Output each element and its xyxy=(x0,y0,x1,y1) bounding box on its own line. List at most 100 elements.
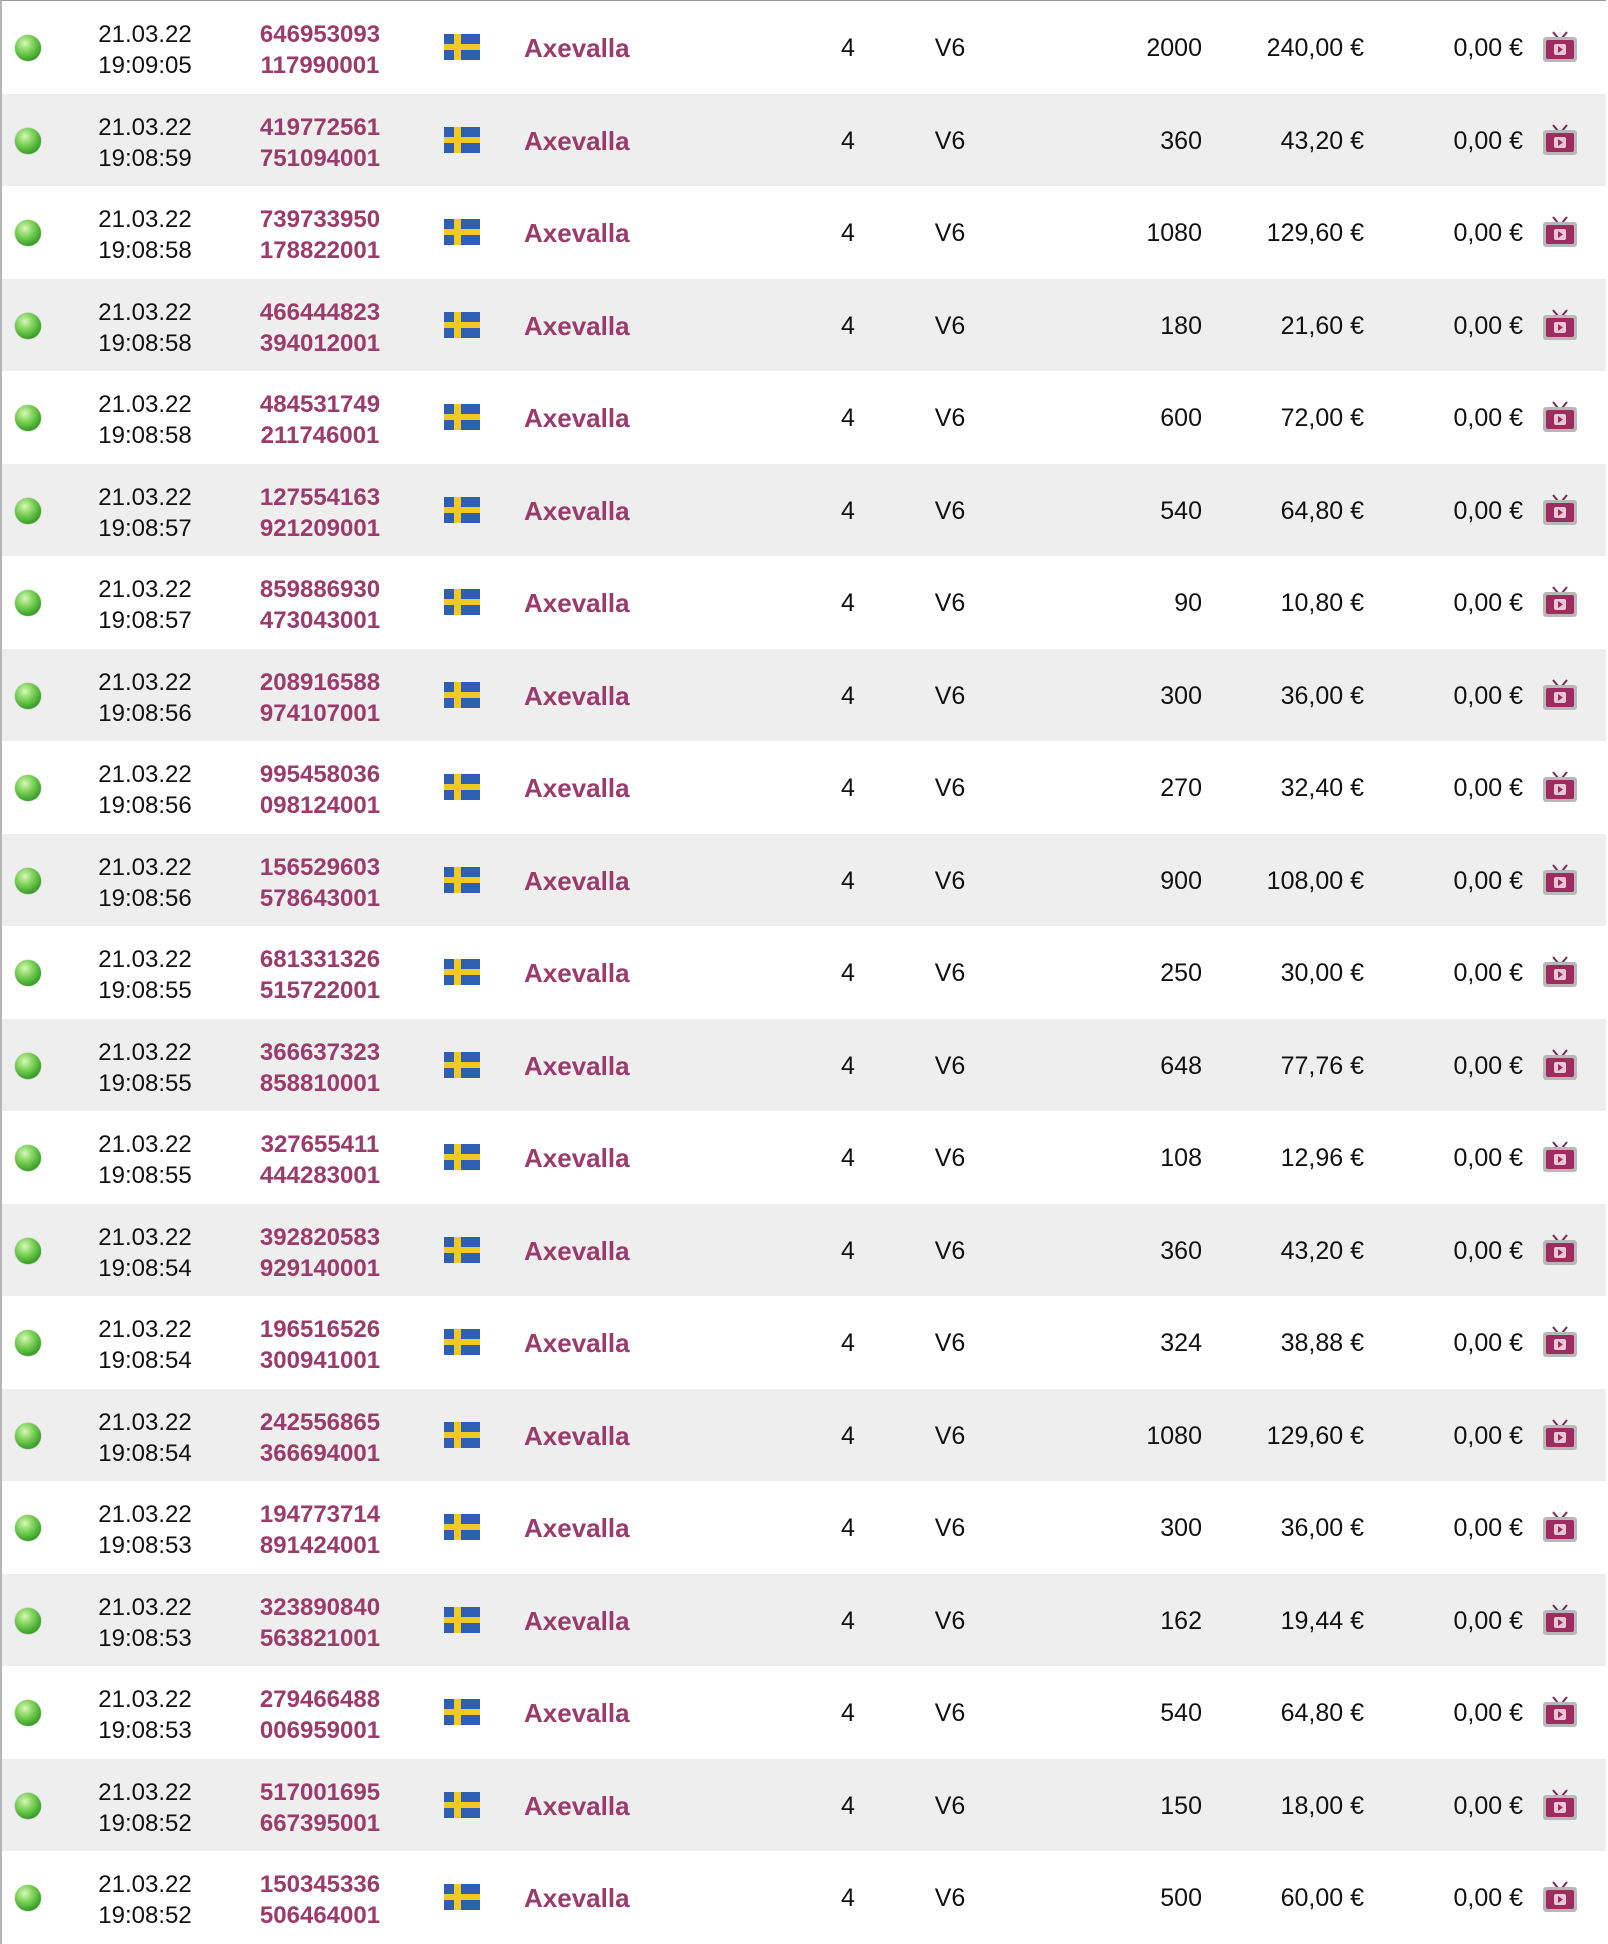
ticket-number-link[interactable]: 194773714 891424001 xyxy=(240,1499,400,1561)
track-link[interactable]: Axevalla xyxy=(524,864,630,898)
bet-datetime: 21.03.22 19:08:56 xyxy=(82,852,208,914)
bet-datetime: 21.03.22 19:08:55 xyxy=(82,944,208,1006)
tv-icon[interactable] xyxy=(1542,1141,1578,1173)
tv-icon[interactable] xyxy=(1542,1696,1578,1728)
ticket-number-link[interactable]: 323890840 563821001 xyxy=(240,1592,400,1654)
bet-date: 21.03.22 xyxy=(98,1316,192,1343)
ticket-number-link[interactable]: 646953093 117990001 xyxy=(240,19,400,81)
track-link[interactable]: Axevalla xyxy=(524,1141,630,1175)
tv-icon[interactable] xyxy=(1542,1511,1578,1543)
ticket-number-link[interactable]: 208916588 974107001 xyxy=(240,667,400,729)
game-type: V6 xyxy=(934,1606,966,1635)
tv-icon[interactable] xyxy=(1542,1048,1578,1081)
race-number: 4 xyxy=(841,1236,855,1265)
bet-date: 21.03.22 xyxy=(98,483,192,511)
ticket-number-link[interactable]: 127554163 921209001 xyxy=(240,482,400,544)
ticket-number-part2: 921209001 xyxy=(259,514,381,542)
track-link[interactable]: Axevalla xyxy=(524,1234,630,1268)
payout-amount: 0,00 € xyxy=(1453,219,1523,247)
ticket-number-link[interactable]: 517001695 667395001 xyxy=(240,1777,400,1839)
tv-icon[interactable] xyxy=(1542,863,1578,896)
track-link[interactable]: Axevalla xyxy=(524,31,630,65)
tv-icon[interactable] xyxy=(1542,956,1578,988)
stake-value: 360 xyxy=(1160,1236,1202,1265)
bet-amount: 240,00 € xyxy=(1266,34,1364,62)
sweden-flag-icon xyxy=(444,1791,480,1818)
game-type: V6 xyxy=(934,1329,966,1357)
tv-icon[interactable] xyxy=(1542,401,1578,433)
ticket-number-link[interactable]: 327655411 444283001 xyxy=(240,1129,400,1191)
race-number: 4 xyxy=(841,34,855,62)
tv-icon[interactable] xyxy=(1542,123,1578,156)
stake-value: 180 xyxy=(1160,311,1202,340)
ticket-number-link[interactable]: 484531749 211746001 xyxy=(240,389,400,451)
ticket-number-link[interactable]: 859886930 473043001 xyxy=(240,574,400,636)
track-link[interactable]: Axevalla xyxy=(524,771,630,805)
ticket-number-link[interactable]: 242556865 366694001 xyxy=(240,1407,400,1469)
sweden-flag-icon xyxy=(444,1606,480,1633)
ticket-number-link[interactable]: 196516526 300941001 xyxy=(240,1314,400,1376)
track-link[interactable]: Axevalla xyxy=(524,494,630,528)
game-type: V6 xyxy=(934,866,966,895)
tv-icon[interactable] xyxy=(1542,678,1578,711)
race-number: 4 xyxy=(841,1606,855,1635)
ticket-number-link[interactable]: 681331326 515722001 xyxy=(240,944,400,1006)
ticket-number-part2: 211746001 xyxy=(260,422,380,449)
sweden-flag-icon xyxy=(444,311,480,338)
tv-icon[interactable] xyxy=(1542,308,1578,341)
tv-icon[interactable] xyxy=(1542,586,1578,618)
track-link[interactable]: Axevalla xyxy=(524,1419,630,1453)
tv-icon[interactable] xyxy=(1542,31,1578,63)
track-link[interactable]: Axevalla xyxy=(524,586,630,620)
ticket-number-link[interactable]: 366637323 858810001 xyxy=(240,1037,400,1099)
track-link[interactable]: Axevalla xyxy=(524,216,630,250)
bet-date: 21.03.22 xyxy=(98,1871,192,1898)
track-link[interactable]: Axevalla xyxy=(524,401,630,435)
tv-icon[interactable] xyxy=(1542,1418,1578,1451)
ticket-number-link[interactable]: 392820583 929140001 xyxy=(240,1222,400,1284)
game-type: V6 xyxy=(934,774,966,802)
ticket-number-link[interactable]: 466444823 394012001 xyxy=(240,297,400,359)
bets-table: 21.03.22 19:09:05 646953093 117990001 Ax… xyxy=(0,0,1606,1944)
ticket-number-link[interactable]: 156529603 578643001 xyxy=(240,852,400,914)
payout-amount: 0,00 € xyxy=(1453,589,1523,617)
ticket-number-link[interactable]: 279466488 006959001 xyxy=(240,1684,400,1746)
ticket-number-link[interactable]: 739733950 178822001 xyxy=(240,204,400,266)
track-link[interactable]: Axevalla xyxy=(524,1881,630,1915)
tv-icon[interactable] xyxy=(1542,771,1578,803)
payout-amount: 0,00 € xyxy=(1453,1884,1523,1912)
table-row: 21.03.22 19:08:57 859886930 473043001 Ax… xyxy=(2,556,1606,649)
tv-icon[interactable] xyxy=(1542,1881,1578,1913)
ticket-number-link[interactable]: 150345336 506464001 xyxy=(240,1869,400,1931)
table-row: 21.03.22 19:08:59 419772561 751094001 Ax… xyxy=(2,93,1606,186)
track-link[interactable]: Axevalla xyxy=(524,1049,630,1083)
track-link[interactable]: Axevalla xyxy=(524,956,630,990)
status-ok-icon xyxy=(15,35,41,61)
payout-amount: 0,00 € xyxy=(1453,1144,1523,1172)
track-link[interactable]: Axevalla xyxy=(524,1696,630,1730)
track-link[interactable]: Axevalla xyxy=(524,1604,630,1638)
track-link[interactable]: Axevalla xyxy=(524,679,630,713)
sweden-flag-icon xyxy=(444,1144,480,1170)
ticket-number-link[interactable]: 419772561 751094001 xyxy=(240,112,400,174)
ticket-number-link[interactable]: 995458036 098124001 xyxy=(240,759,400,821)
track-link[interactable]: Axevalla xyxy=(524,124,630,158)
track-link[interactable]: Axevalla xyxy=(524,1326,630,1360)
tv-icon[interactable] xyxy=(1542,1233,1578,1266)
bet-time: 19:08:59 xyxy=(98,144,192,172)
track-link[interactable]: Axevalla xyxy=(524,1789,630,1823)
tv-icon[interactable] xyxy=(1542,1603,1578,1636)
stake-value: 540 xyxy=(1160,496,1202,525)
tv-icon[interactable] xyxy=(1542,216,1578,248)
ticket-number-part2: 366694001 xyxy=(259,1439,381,1467)
tv-icon[interactable] xyxy=(1542,1326,1578,1358)
game-type: V6 xyxy=(934,1514,966,1542)
track-link[interactable]: Axevalla xyxy=(524,309,630,343)
table-row: 21.03.22 19:08:58 466444823 394012001 Ax… xyxy=(2,278,1606,371)
ticket-number-part2: 473043001 xyxy=(259,607,381,634)
game-type: V6 xyxy=(934,589,966,617)
table-row: 21.03.22 19:08:56 995458036 098124001 Ax… xyxy=(2,741,1606,834)
tv-icon[interactable] xyxy=(1542,493,1578,526)
tv-icon[interactable] xyxy=(1542,1788,1578,1821)
track-link[interactable]: Axevalla xyxy=(524,1511,630,1545)
